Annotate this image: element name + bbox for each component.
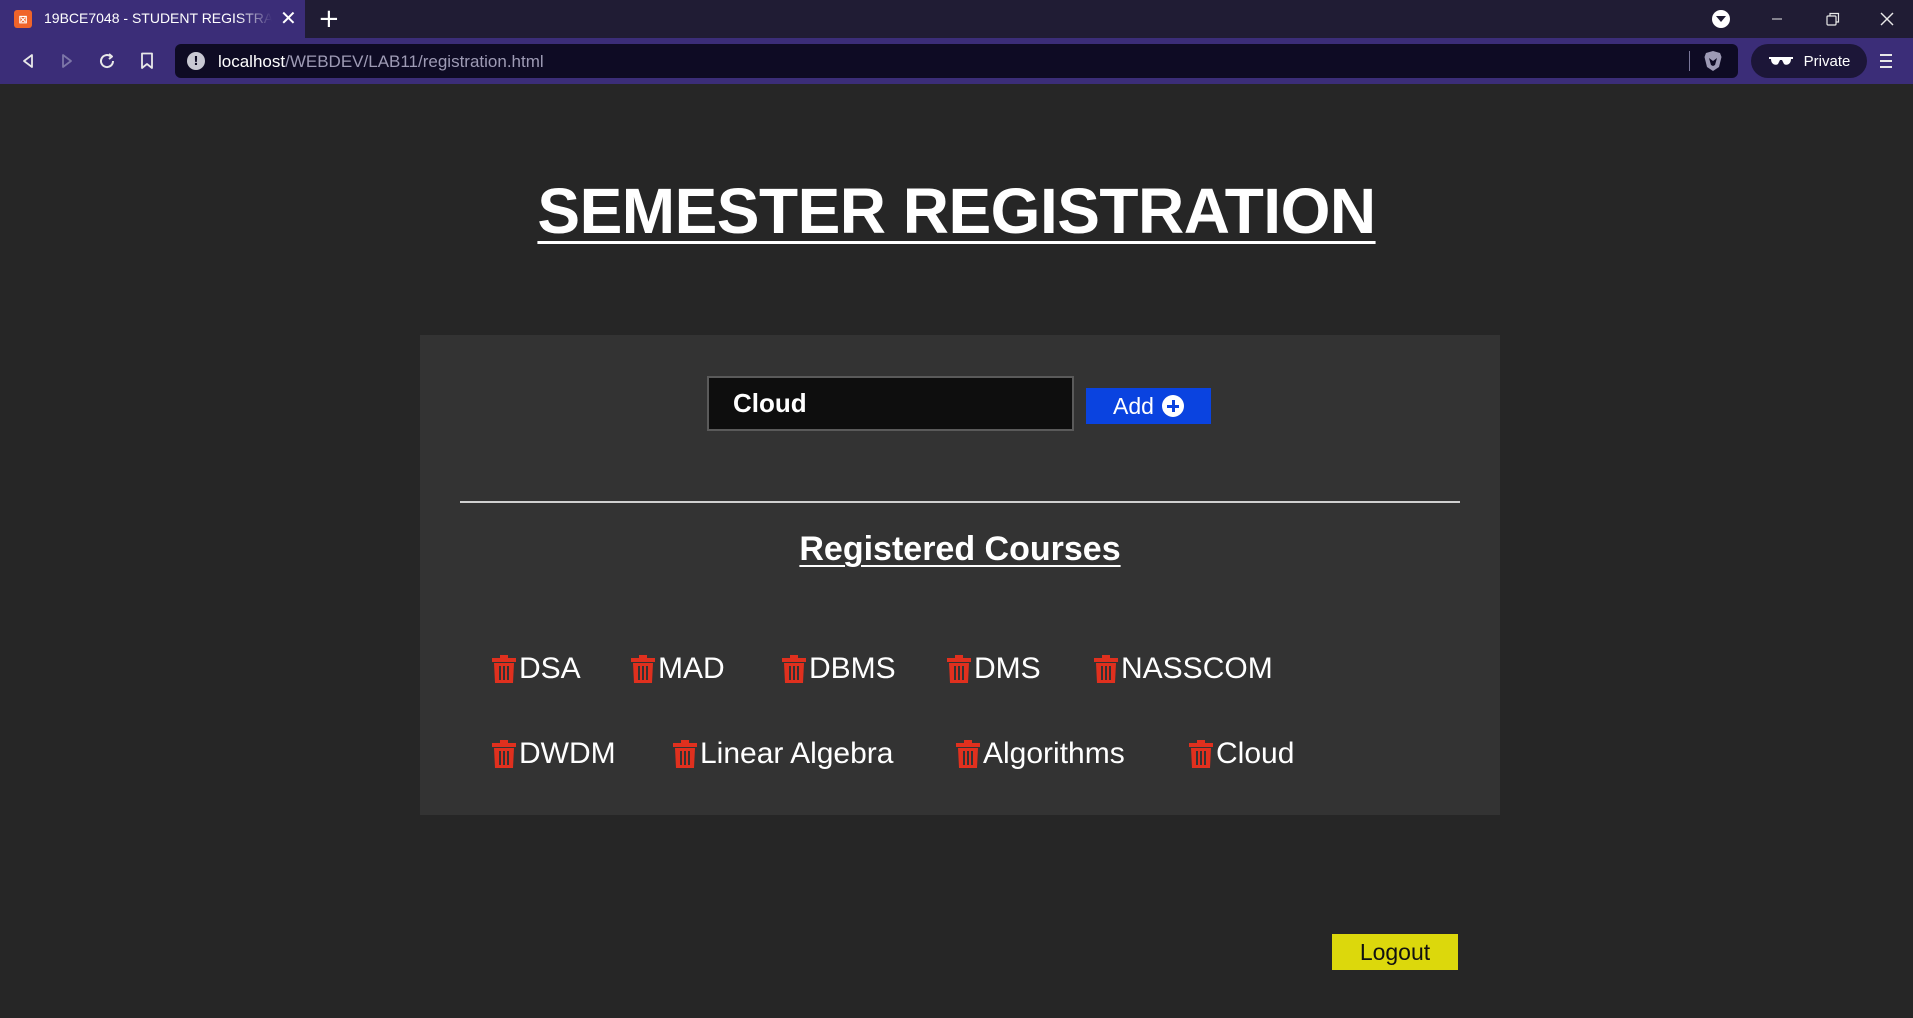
course-item: Algorithms [955,737,1125,771]
registered-courses-list: DSA MAD DBMS DMS NASSCOM DWDM Linear Algebra Al… [420,335,1500,815]
page-content: SEMESTER REGISTRATION Cloud Add Register… [0,84,1913,1018]
brave-shield-icon[interactable] [1703,50,1723,72]
private-glasses-icon [1768,57,1793,65]
window-minimize-icon[interactable] [1749,0,1805,38]
course-item: NASSCOM [1093,652,1273,686]
registration-panel: Cloud Add Registered Courses DSA MAD DBMS D… [420,335,1500,815]
course-name: MAD [658,652,725,685]
site-info-icon[interactable]: ! [187,52,205,70]
hamburger-menu-icon[interactable] [1879,51,1901,71]
trash-icon[interactable] [630,654,656,684]
course-name: DMS [974,652,1041,685]
url-path: /WEBDEV/LAB11/registration.html [285,52,544,71]
course-item: DMS [946,652,1041,686]
browser-tab-active[interactable]: ⊠ 19BCE7048 - STUDENT REGISTRATION ✕ [0,0,305,38]
trash-icon[interactable] [955,739,981,769]
xampp-favicon-icon: ⊠ [14,10,32,28]
address-bar[interactable]: ! localhost/WEBDEV/LAB11/registration.ht… [175,44,1738,78]
page-title-text: SEMESTER REGISTRATION [537,175,1376,247]
trash-icon[interactable] [1188,739,1214,769]
course-item: Cloud [1188,737,1294,771]
course-name: Linear Algebra [700,737,894,770]
course-item: DBMS [781,652,896,686]
course-name: DSA [519,652,581,685]
window-restore-icon[interactable] [1805,0,1861,38]
private-window-badge[interactable]: Private [1751,44,1867,78]
trash-icon[interactable] [781,654,807,684]
course-name: DWDM [519,737,616,770]
browser-toolbar: ! localhost/WEBDEV/LAB11/registration.ht… [0,38,1913,84]
trash-icon[interactable] [491,654,517,684]
window-close-icon[interactable] [1861,0,1913,38]
tab-close-icon[interactable]: ✕ [280,7,297,29]
course-item: DSA [491,652,581,686]
address-bar-separator [1689,51,1690,71]
url-text: localhost/WEBDEV/LAB11/registration.html [218,52,544,72]
bookmark-icon[interactable] [132,46,162,76]
course-name: Algorithms [983,737,1125,770]
course-item: DWDM [491,737,616,771]
course-name: DBMS [809,652,896,685]
forward-icon[interactable] [52,46,82,76]
reload-icon[interactable] [92,46,122,76]
back-icon[interactable] [13,46,43,76]
page-title: SEMESTER REGISTRATION [0,174,1913,248]
tab-title: 19BCE7048 - STUDENT REGISTRATION [44,10,272,26]
trash-icon[interactable] [672,739,698,769]
browser-tab-bar: ⊠ 19BCE7048 - STUDENT REGISTRATION ✕ + [0,0,1913,38]
course-item: MAD [630,652,725,686]
tab-search-dropdown-icon[interactable] [1693,0,1749,38]
new-tab-icon[interactable]: + [318,4,340,34]
private-label: Private [1803,52,1851,70]
course-name: Cloud [1216,737,1295,770]
course-item: Linear Algebra [672,737,893,771]
trash-icon[interactable] [946,654,972,684]
trash-icon[interactable] [1093,654,1119,684]
course-name: NASSCOM [1121,652,1273,685]
trash-icon[interactable] [491,739,517,769]
logout-button[interactable]: Logout [1332,934,1458,970]
url-host: localhost [218,52,286,71]
